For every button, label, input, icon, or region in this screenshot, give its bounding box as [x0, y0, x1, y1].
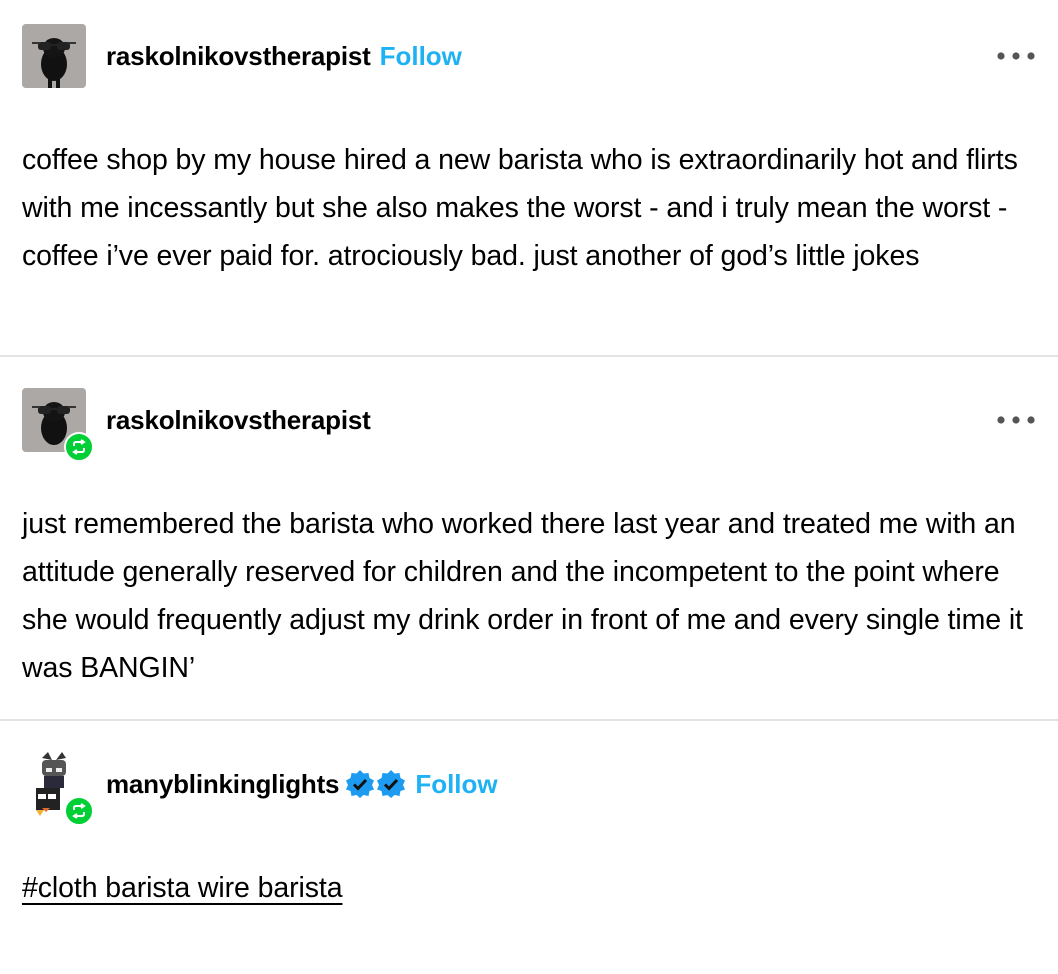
post-body: just remembered the barista who worked t…: [22, 508, 1023, 684]
more-options-button[interactable]: [996, 46, 1036, 66]
post-tags: #cloth barista wire barista: [22, 864, 1042, 912]
username[interactable]: raskolnikovstherapist: [106, 405, 371, 436]
username[interactable]: manyblinkinglights: [106, 769, 340, 800]
reblog-badge: [64, 796, 94, 826]
post-header: raskolnikovstherapist Follow: [22, 24, 1036, 88]
verified-badge-icon: [346, 770, 375, 798]
follow-button[interactable]: Follow: [380, 41, 462, 72]
verified-badge-icon: [377, 770, 406, 798]
divider: [0, 719, 1058, 721]
avatar[interactable]: [22, 388, 94, 462]
ellipsis-icon: [997, 52, 1035, 60]
header-text: raskolnikovstherapist Follow: [106, 24, 462, 88]
post-body: coffee shop by my house hired a new bari…: [22, 144, 1018, 272]
username[interactable]: raskolnikovstherapist: [106, 41, 371, 72]
reblog-badge: [64, 432, 94, 462]
avatar[interactable]: [22, 752, 94, 826]
reblog-icon: [72, 803, 86, 819]
reblog-icon: [72, 439, 86, 455]
ellipsis-icon: [997, 416, 1035, 424]
avatar[interactable]: [22, 24, 86, 88]
tag-link[interactable]: #cloth barista wire barista: [22, 872, 343, 904]
post-header: manyblinkinglights Follow: [22, 752, 1036, 826]
header-text: raskolnikovstherapist: [106, 388, 371, 452]
follow-button[interactable]: Follow: [415, 769, 497, 800]
header-text: manyblinkinglights Follow: [106, 752, 498, 816]
verified-badges[interactable]: [345, 769, 406, 799]
post-header: raskolnikovstherapist: [22, 388, 1036, 462]
divider: [0, 355, 1058, 357]
more-options-button[interactable]: [996, 410, 1036, 430]
